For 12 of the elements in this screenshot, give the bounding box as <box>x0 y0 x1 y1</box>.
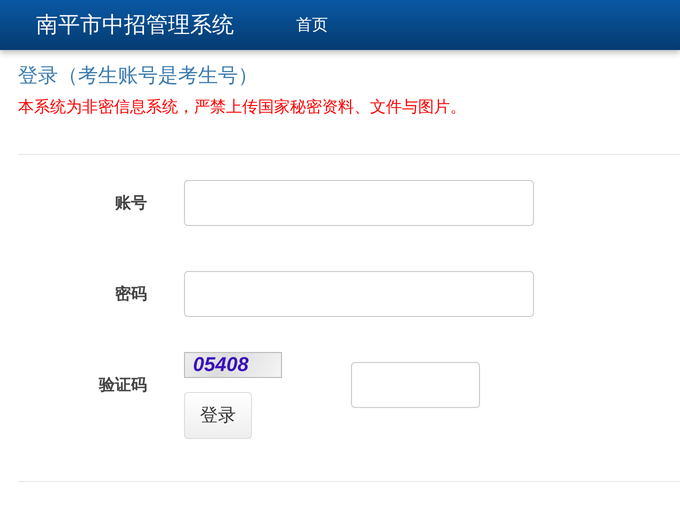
account-field[interactable] <box>184 180 534 226</box>
login-button[interactable]: 登录 <box>184 392 252 438</box>
captcha-field[interactable] <box>351 362 480 408</box>
field-label: 验证码 <box>98 376 147 396</box>
notice-text: 本系统为非密信息系统，严禁上传国家秘密资料、文件与图片。 <box>18 98 467 118</box>
field-label: 密码 <box>114 284 147 304</box>
page-heading: 登录（考生账号是考生号） <box>18 64 259 89</box>
password-field[interactable] <box>184 271 534 317</box>
field-label: 账号 <box>114 194 147 214</box>
site-title: 南平市中招管理系统 <box>36 11 235 39</box>
nav-link[interactable]: 首页 <box>296 14 328 36</box>
captcha-image: 05408 <box>184 352 282 378</box>
